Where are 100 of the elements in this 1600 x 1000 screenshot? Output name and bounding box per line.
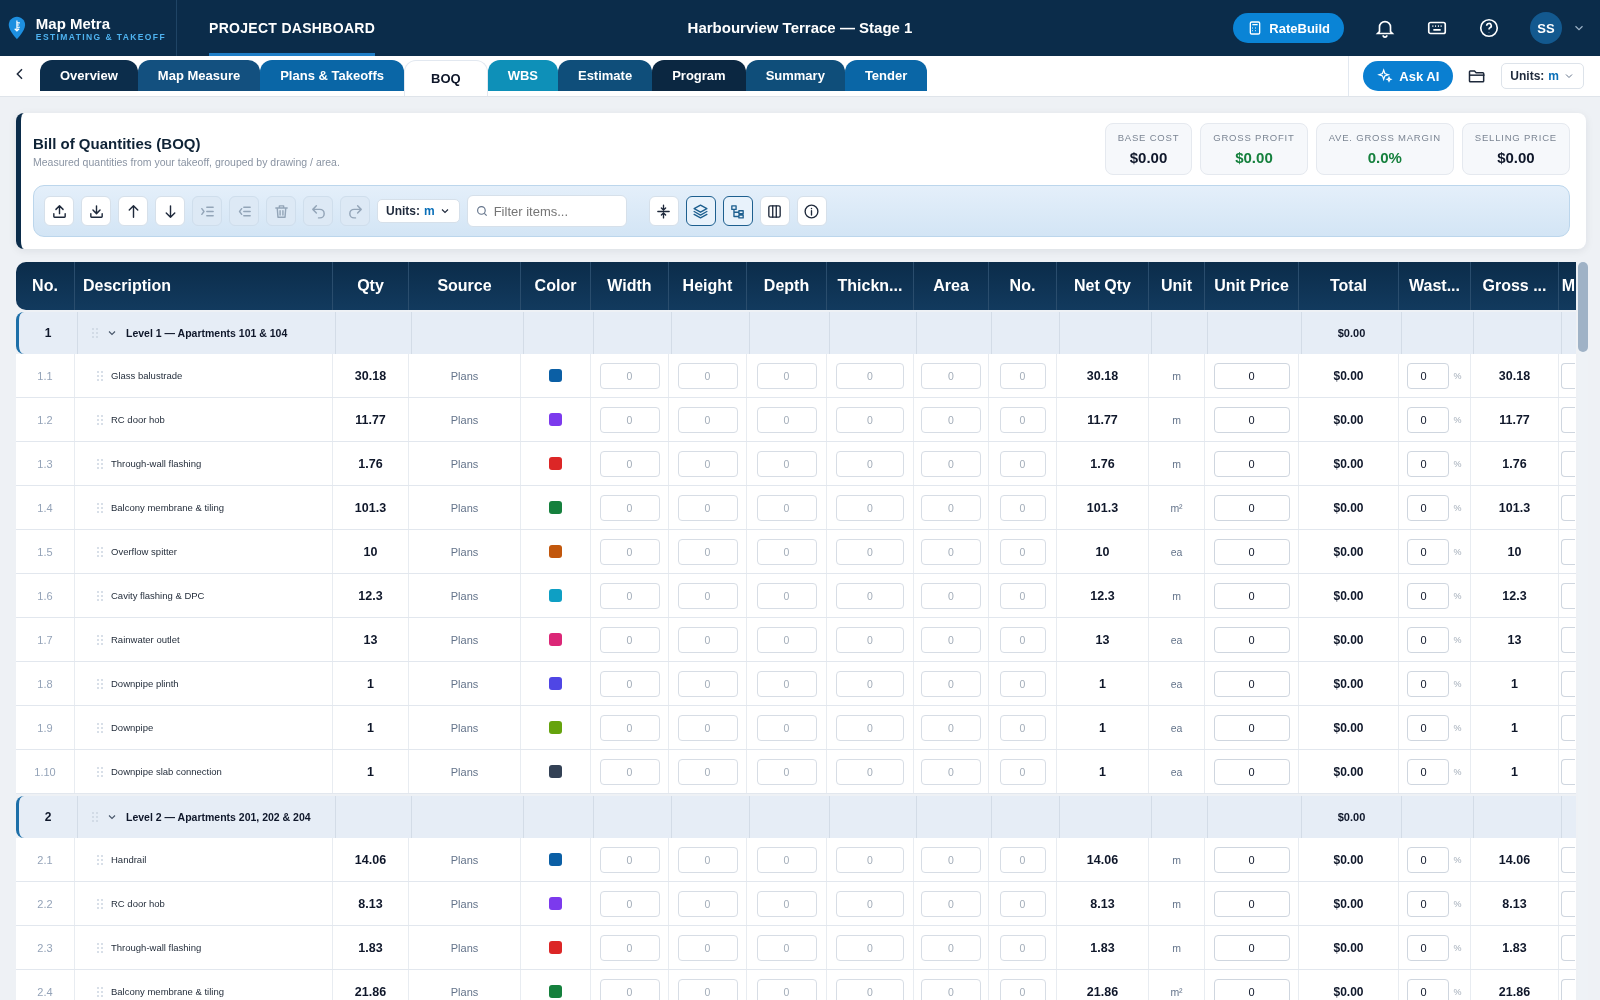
depth-field[interactable]: 0 — [756, 494, 817, 521]
width-field[interactable]: 0 — [599, 494, 660, 521]
tab[interactable]: Tender — [844, 60, 928, 91]
area-field[interactable]: 0 — [921, 450, 981, 477]
waste-field[interactable]: 0 — [1407, 406, 1450, 433]
drag-handle-icon[interactable] — [97, 986, 103, 997]
width-field[interactable]: 0 — [599, 978, 660, 1000]
markup-field[interactable] — [1561, 934, 1575, 961]
waste-field[interactable]: 0 — [1407, 450, 1450, 477]
unit-price-field[interactable]: 0 — [1213, 362, 1290, 389]
count-field[interactable]: 0 — [999, 978, 1046, 1000]
units-dropdown[interactable]: Units: m — [1501, 63, 1584, 89]
depth-field[interactable]: 0 — [756, 890, 817, 917]
count-field[interactable]: 0 — [999, 450, 1046, 477]
markup-field[interactable] — [1561, 758, 1575, 785]
count-field[interactable]: 0 — [999, 626, 1046, 653]
drag-handle-icon[interactable] — [97, 370, 103, 381]
count-field[interactable]: 0 — [999, 714, 1046, 741]
count-field[interactable]: 0 — [999, 758, 1046, 785]
thickness-field[interactable]: 0 — [836, 406, 904, 433]
markup-field[interactable] — [1561, 670, 1575, 697]
unit-price-field[interactable]: 0 — [1213, 714, 1290, 741]
thickness-field[interactable]: 0 — [836, 890, 904, 917]
width-field[interactable]: 0 — [599, 934, 660, 961]
thickness-field[interactable]: 0 — [836, 714, 904, 741]
unit-price-field[interactable]: 0 — [1213, 450, 1290, 477]
units-dropdown[interactable]: Units: m — [377, 199, 460, 223]
count-field[interactable]: 0 — [999, 846, 1046, 873]
tab[interactable]: WBS — [487, 60, 558, 91]
width-field[interactable]: 0 — [599, 890, 660, 917]
color-swatch[interactable] — [549, 853, 562, 866]
tab[interactable]: Summary — [745, 60, 845, 91]
thickness-field[interactable]: 0 — [836, 450, 904, 477]
color-swatch[interactable] — [549, 589, 562, 602]
color-swatch[interactable] — [549, 501, 562, 514]
unit-price-field[interactable]: 0 — [1213, 670, 1290, 697]
waste-field[interactable]: 0 — [1407, 626, 1450, 653]
unit-price-field[interactable]: 0 — [1213, 494, 1290, 521]
waste-field[interactable]: 0 — [1407, 978, 1450, 1000]
markup-field[interactable] — [1561, 582, 1575, 609]
color-swatch[interactable] — [549, 413, 562, 426]
color-swatch[interactable] — [549, 369, 562, 382]
color-swatch[interactable] — [549, 985, 562, 998]
user-avatar[interactable]: SS — [1530, 12, 1562, 44]
area-field[interactable]: 0 — [921, 538, 981, 565]
area-field[interactable]: 0 — [921, 670, 981, 697]
height-field[interactable]: 0 — [677, 362, 738, 389]
depth-field[interactable]: 0 — [756, 626, 817, 653]
width-field[interactable]: 0 — [599, 362, 660, 389]
markup-field[interactable] — [1561, 846, 1575, 873]
markup-field[interactable] — [1561, 626, 1575, 653]
height-field[interactable]: 0 — [677, 406, 738, 433]
width-field[interactable]: 0 — [599, 758, 660, 785]
count-field[interactable]: 0 — [999, 362, 1046, 389]
waste-field[interactable]: 0 — [1407, 670, 1450, 697]
area-field[interactable]: 0 — [921, 758, 981, 785]
depth-field[interactable]: 0 — [756, 582, 817, 609]
waste-field[interactable]: 0 — [1407, 934, 1450, 961]
thickness-field[interactable]: 0 — [836, 494, 904, 521]
waste-field[interactable]: 0 — [1407, 538, 1450, 565]
waste-field[interactable]: 0 — [1407, 758, 1450, 785]
unit-price-field[interactable]: 0 — [1213, 538, 1290, 565]
waste-field[interactable]: 0 — [1407, 846, 1450, 873]
tab[interactable]: Program — [652, 60, 746, 91]
color-swatch[interactable] — [549, 545, 562, 558]
depth-field[interactable]: 0 — [756, 406, 817, 433]
height-field[interactable]: 0 — [677, 714, 738, 741]
markup-field[interactable] — [1561, 450, 1575, 477]
count-field[interactable]: 0 — [999, 934, 1046, 961]
width-field[interactable]: 0 — [599, 582, 660, 609]
thickness-field[interactable]: 0 — [836, 582, 904, 609]
filter-field[interactable]: Filter items... — [466, 195, 627, 227]
color-swatch[interactable] — [549, 633, 562, 646]
height-field[interactable]: 0 — [677, 582, 738, 609]
drag-handle-icon[interactable] — [97, 590, 103, 601]
area-field[interactable]: 0 — [921, 934, 981, 961]
height-field[interactable]: 0 — [677, 758, 738, 785]
area-field[interactable]: 0 — [921, 978, 981, 1000]
height-field[interactable]: 0 — [677, 538, 738, 565]
thickness-field[interactable]: 0 — [836, 846, 904, 873]
depth-field[interactable]: 0 — [756, 758, 817, 785]
waste-field[interactable]: 0 — [1407, 582, 1450, 609]
unit-price-field[interactable]: 0 — [1213, 890, 1290, 917]
width-field[interactable]: 0 — [599, 406, 660, 433]
count-field[interactable]: 0 — [999, 538, 1046, 565]
height-field[interactable]: 0 — [677, 626, 738, 653]
unit-price-field[interactable]: 0 — [1213, 978, 1290, 1000]
height-field[interactable]: 0 — [677, 494, 738, 521]
unit-price-field[interactable]: 0 — [1213, 934, 1290, 961]
color-swatch[interactable] — [549, 941, 562, 954]
thickness-field[interactable]: 0 — [836, 362, 904, 389]
scrollbar-thumb[interactable] — [1578, 262, 1588, 352]
waste-field[interactable]: 0 — [1407, 494, 1450, 521]
drag-handle-icon[interactable] — [97, 942, 103, 953]
drag-handle-icon[interactable] — [97, 502, 103, 513]
thickness-field[interactable]: 0 — [836, 758, 904, 785]
waste-field[interactable]: 0 — [1407, 714, 1450, 741]
markup-field[interactable] — [1561, 362, 1575, 389]
color-swatch[interactable] — [549, 721, 562, 734]
width-field[interactable]: 0 — [599, 714, 660, 741]
